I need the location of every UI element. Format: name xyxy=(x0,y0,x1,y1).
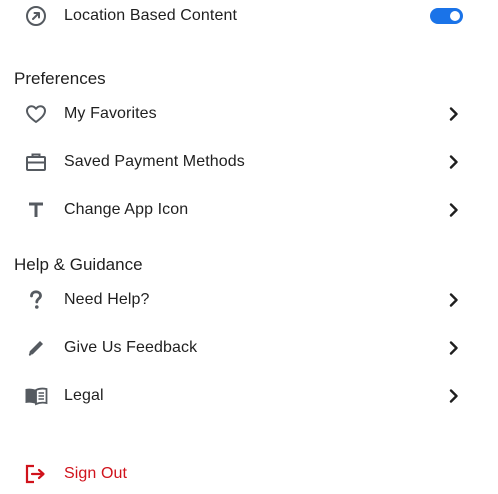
sign-out-button[interactable]: Sign Out xyxy=(0,454,498,494)
preferences-heading: Preferences xyxy=(14,69,106,88)
location-content-label: Location Based Content xyxy=(64,7,237,24)
menu-item-label: Give Us Feedback xyxy=(64,339,198,356)
help-heading: Help & Guidance xyxy=(14,255,143,274)
menu-item-label: Need Help? xyxy=(64,291,150,308)
location-content-row[interactable]: Location Based Content xyxy=(0,0,498,36)
location-arrow-icon xyxy=(24,4,48,28)
menu-item-give-us-feedback[interactable]: Give Us Feedback xyxy=(0,328,498,368)
heart-icon xyxy=(24,102,48,126)
menu-item-change-app-icon[interactable]: Change App Icon xyxy=(0,190,498,230)
book-icon xyxy=(24,384,48,408)
menu-item-need-help[interactable]: Need Help? xyxy=(0,280,498,320)
pencil-icon xyxy=(24,336,48,360)
sign-out-icon xyxy=(24,462,48,486)
chevron-right-icon xyxy=(446,106,462,122)
chevron-right-icon xyxy=(446,292,462,308)
chevron-right-icon xyxy=(446,340,462,356)
location-content-toggle[interactable] xyxy=(430,8,463,24)
menu-item-label: Saved Payment Methods xyxy=(64,153,245,170)
chevron-right-icon xyxy=(446,388,462,404)
menu-item-label: Legal xyxy=(64,387,104,404)
toggle-knob xyxy=(450,11,460,21)
menu-item-legal[interactable]: Legal xyxy=(0,376,498,416)
menu-item-label: My Favorites xyxy=(64,105,157,122)
menu-item-label: Change App Icon xyxy=(64,201,189,218)
text-t-icon xyxy=(24,198,48,222)
question-icon xyxy=(24,288,48,312)
briefcase-icon xyxy=(24,150,48,174)
menu-item-saved-payment-methods[interactable]: Saved Payment Methods xyxy=(0,142,498,182)
sign-out-label: Sign Out xyxy=(64,465,128,482)
chevron-right-icon xyxy=(446,154,462,170)
chevron-right-icon xyxy=(446,202,462,218)
menu-item-my-favorites[interactable]: My Favorites xyxy=(0,94,498,134)
